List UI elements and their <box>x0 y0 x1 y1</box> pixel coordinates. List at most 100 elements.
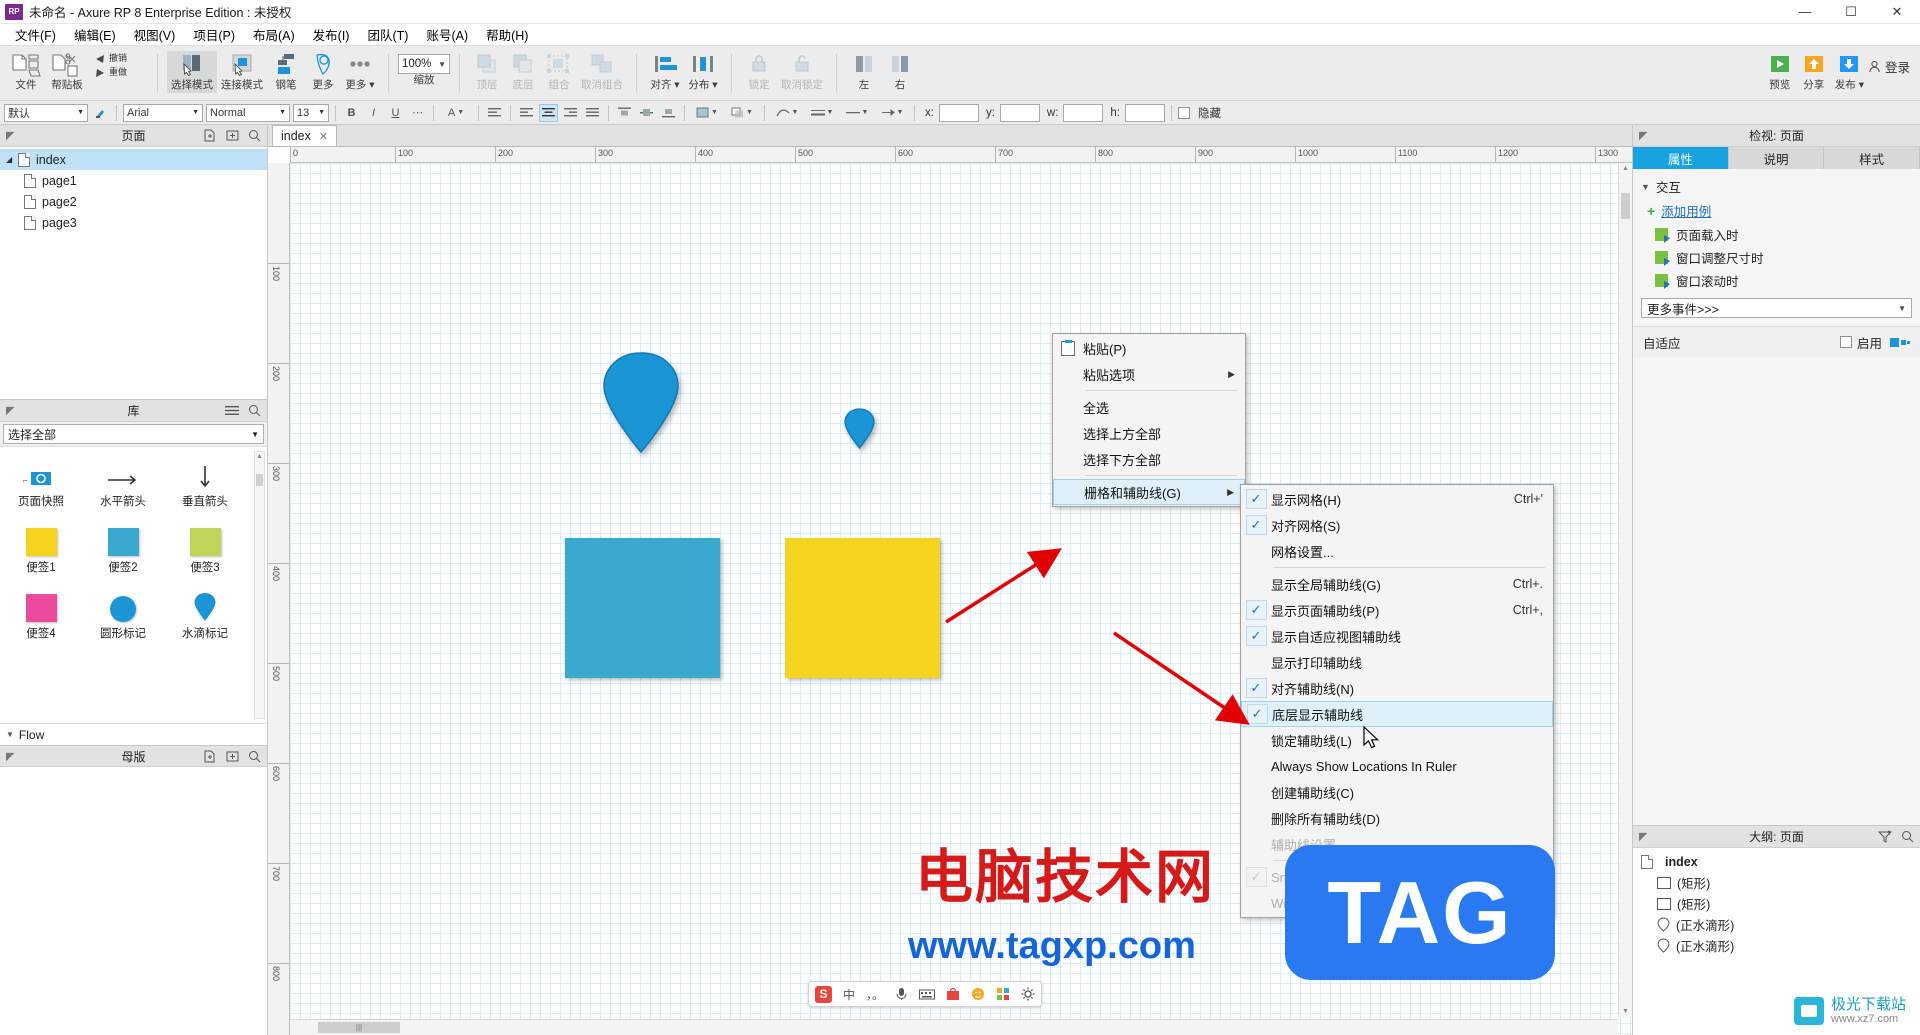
undo-redo-button[interactable]: 撤销 重做 <box>88 51 148 82</box>
line-width-button[interactable]: ▼ <box>806 103 838 122</box>
library-item-note2[interactable]: 便签2 <box>82 520 164 575</box>
submenu-item-show-page-guides[interactable]: ✓ 显示页面辅助线(P) Ctrl+, <box>1241 597 1553 623</box>
tab-notes[interactable]: 说明 <box>1728 147 1825 169</box>
more-events-select[interactable]: 更多事件>>> ▼ <box>1641 298 1912 318</box>
canvas-vscrollbar[interactable]: ▲ ▼ <box>1618 163 1632 1017</box>
x-input[interactable] <box>938 103 979 122</box>
menu-file[interactable]: 文件(F) <box>6 23 65 46</box>
page-row-page1[interactable]: page1 <box>0 170 267 191</box>
valign-mid-button[interactable] <box>637 103 656 122</box>
add-master-icon[interactable] <box>204 750 217 763</box>
scroll-up-icon[interactable]: ▲ <box>1619 165 1632 172</box>
pen-button[interactable]: 钢笔 <box>267 51 305 93</box>
tab-properties[interactable]: 属性 <box>1633 147 1729 169</box>
context-menu-item-paste[interactable]: 粘贴(P) <box>1053 335 1245 361</box>
submenu-item-show-grid[interactable]: ✓ 显示网格(H) Ctrl+' <box>1241 486 1553 512</box>
zoom-select[interactable]: 100% ▼ <box>398 54 450 74</box>
page-row-index[interactable]: ◢ index <box>0 149 267 170</box>
maximize-button[interactable]: ☐ <box>1828 0 1874 23</box>
submenu-item-grid-settings[interactable]: 网格设置... <box>1241 538 1553 564</box>
valign-bottom-button[interactable] <box>659 103 678 122</box>
library-flow-group[interactable]: ▼ Flow <box>0 723 267 745</box>
add-case-row[interactable]: + 添加用例 <box>1633 198 1920 223</box>
adaptive-enable-toggle[interactable]: 启用 <box>1839 333 1882 352</box>
bring-front-button[interactable]: 顶层 <box>469 51 505 93</box>
send-back-button[interactable]: 底层 <box>505 51 541 93</box>
search-icon[interactable] <box>1901 830 1914 843</box>
line-style-button[interactable]: ▼ <box>771 103 803 122</box>
menu-team[interactable]: 团队(T) <box>358 23 417 46</box>
library-item-circle-marker[interactable]: 圆形标记 <box>82 586 164 641</box>
context-menu-item-paste-options[interactable]: 粘贴选项 ▶ <box>1053 361 1245 387</box>
ime-toolbar[interactable]: S 中 ，。 <box>808 981 1043 1007</box>
minimize-button[interactable]: — <box>1782 0 1828 23</box>
text-color-button[interactable]: A ▼ <box>440 103 472 122</box>
bag-icon[interactable] <box>946 987 960 1001</box>
collapse-icon[interactable]: ◤ <box>6 404 14 417</box>
tab-style[interactable]: 样式 <box>1824 147 1920 169</box>
valign-top-button[interactable] <box>615 103 634 122</box>
style-paint-button[interactable] <box>91 103 110 122</box>
library-select[interactable]: 选择全部 ▼ <box>3 424 264 444</box>
add-folder-icon[interactable] <box>226 750 239 763</box>
mic-icon[interactable] <box>895 987 908 1001</box>
close-button[interactable]: ✕ <box>1874 0 1920 23</box>
scroll-thumb[interactable] <box>256 474 263 486</box>
library-item-note4[interactable]: 便签4 <box>0 586 82 641</box>
scroll-down-icon[interactable]: ▼ <box>1619 1008 1632 1015</box>
drop-shape-large[interactable] <box>600 351 682 458</box>
outline-row[interactable]: (矩形) <box>1633 893 1920 914</box>
library-item-note1[interactable]: 便签1 <box>0 520 82 575</box>
select-mode-button[interactable]: 选择模式 <box>167 51 217 93</box>
align-left-button[interactable]: 左 <box>846 51 882 93</box>
bold-button[interactable]: B <box>342 103 361 122</box>
enable-checkbox[interactable] <box>1839 336 1852 348</box>
share-button[interactable]: 分享 <box>1797 51 1831 93</box>
submenu-item-show-adaptive-guides[interactable]: ✓ 显示自适应视图辅助线 <box>1241 623 1553 649</box>
zoom-control[interactable]: 100% ▼ 缩放 <box>398 51 450 86</box>
context-menu-item-select-below[interactable]: 选择下方全部 <box>1053 446 1245 472</box>
more-dots-button[interactable]: 更多 ▾ <box>341 51 379 93</box>
text-more-button[interactable]: ⋯ <box>408 103 427 122</box>
outline-row[interactable]: (矩形) <box>1633 872 1920 893</box>
line-dash-button[interactable]: ▼ <box>841 103 873 122</box>
file-button[interactable]: 文件 <box>6 51 46 93</box>
menu-publish[interactable]: 发布(I) <box>304 23 359 46</box>
filter-icon[interactable] <box>1878 830 1892 843</box>
emoji-icon[interactable] <box>971 987 985 1001</box>
drop-shape-small[interactable] <box>843 408 876 453</box>
vscroll-thumb[interactable] <box>1621 193 1630 219</box>
login-button[interactable]: 登录 <box>1868 51 1910 76</box>
menu-edit[interactable]: 编辑(E) <box>65 23 125 46</box>
settings-icon[interactable] <box>1021 987 1035 1001</box>
font-size-select[interactable]: 13 ▼ <box>293 103 329 122</box>
outline-row[interactable]: (正水滴形) <box>1633 914 1920 935</box>
keyboard-icon[interactable] <box>919 988 936 1001</box>
h-input[interactable] <box>1125 103 1165 122</box>
rect-yellow[interactable] <box>785 538 940 678</box>
library-item-snapshot[interactable]: ⌐ 页面快照 <box>0 454 82 509</box>
connect-mode-button[interactable]: 连接模式 <box>217 51 267 93</box>
align-left-text-button[interactable] <box>517 103 536 122</box>
submenu-item-create-guide[interactable]: 创建辅助线(C) <box>1241 779 1553 805</box>
shadow-button[interactable]: ▼ <box>726 103 758 122</box>
text-align-none-button[interactable] <box>485 103 504 122</box>
search-icon[interactable] <box>248 750 261 763</box>
underline-button[interactable]: U <box>386 103 405 122</box>
outline-root-row[interactable]: index <box>1633 851 1920 872</box>
group-button[interactable]: 组合 <box>541 51 577 93</box>
align-center-text-button[interactable] <box>539 103 558 122</box>
ungroup-button[interactable]: 取消组合 <box>577 51 627 93</box>
align-right-button[interactable]: 右 <box>882 51 918 93</box>
library-item-h-arrow[interactable]: 水平箭头 <box>82 454 164 509</box>
collapse-icon[interactable]: ◤ <box>1639 830 1647 843</box>
submenu-item-snap-grid[interactable]: ✓ 对齐网格(S) <box>1241 512 1553 538</box>
library-item-v-arrow[interactable]: 垂直箭头 <box>164 454 246 509</box>
ime-punct-button[interactable]: ，。 <box>866 986 884 1003</box>
hamburger-icon[interactable] <box>225 404 239 417</box>
add-folder-icon[interactable] <box>226 129 239 142</box>
rect-blue[interactable] <box>565 538 720 678</box>
unlock-button[interactable]: 取消锁定 <box>777 51 827 93</box>
scroll-up-icon[interactable]: ▲ <box>255 453 264 460</box>
italic-button[interactable]: I <box>364 103 383 122</box>
